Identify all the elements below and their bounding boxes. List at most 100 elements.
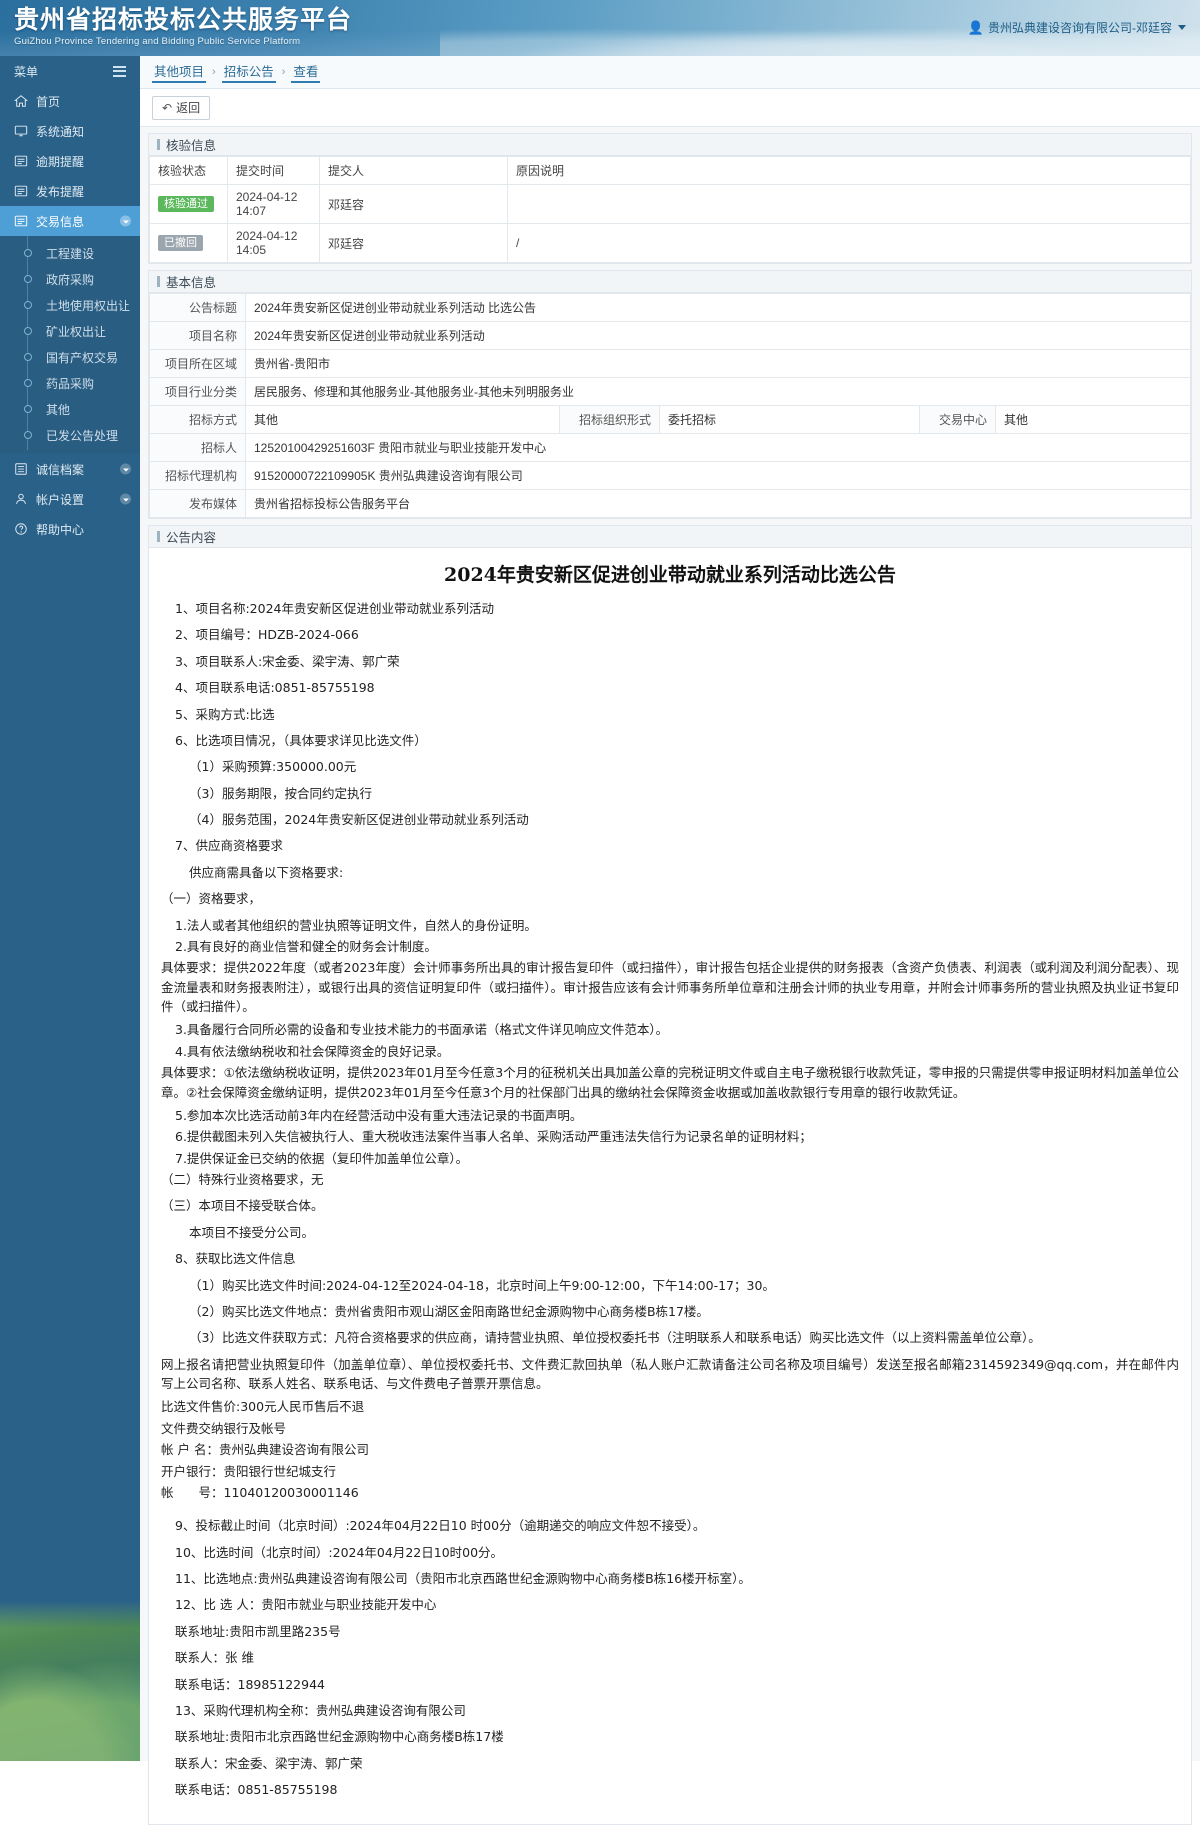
table-row: 项目行业分类 居民服务、修理和其他服务业-其他服务业-其他未列明服务业	[149, 377, 1191, 406]
cell-reason	[507, 184, 1191, 224]
cell-reason: /	[507, 223, 1191, 263]
breadcrumb-separator: ›	[281, 66, 286, 78]
announcement-line: （一）资格要求，	[161, 891, 262, 907]
user-icon: 👤	[967, 19, 984, 35]
sidebar-subitem-label: 已发公告处理	[46, 428, 119, 443]
sidebar-item-system-notice[interactable]: 系统通知	[0, 116, 140, 146]
breadcrumb-item-view[interactable]: 查看	[291, 61, 321, 83]
undo-icon: ↶	[162, 100, 173, 115]
field-label-publishing-media: 发布媒体	[149, 489, 246, 518]
field-label-tenderer: 招标人	[149, 433, 246, 462]
announcement-body: 2024年贵安新区促进创业带动就业系列活动比选公告 1、项目名称:2024年贵安…	[149, 548, 1191, 1824]
field-label-agency: 招标代理机构	[149, 461, 246, 490]
field-label-industry-category: 项目行业分类	[149, 377, 246, 406]
chevron-down-icon	[120, 215, 131, 227]
announcement-title: 2024年贵安新区促进创业带动就业系列活动比选公告	[444, 564, 896, 586]
column-header-reason: 原因说明	[507, 156, 1191, 185]
announcement-line: 1、项目名称:2024年贵安新区促进创业带动就业系列活动	[175, 601, 494, 616]
sidebar-subitem-engineering[interactable]: 工程建设	[0, 240, 140, 266]
verify-table: 核验状态 提交时间 提交人 原因说明 核验通过 2024-04-12 14:07…	[149, 156, 1191, 263]
sidebar-subitem-label: 政府采购	[46, 272, 95, 287]
cell-submitter: 邓廷容	[319, 223, 508, 263]
cell-submit-time: 2024-04-12 14:07	[227, 184, 320, 224]
sidebar-item-account-settings[interactable]: 帐户设置	[0, 484, 140, 514]
home-icon	[14, 94, 32, 108]
announcement-line: 联系人：张 维	[175, 1650, 254, 1666]
user-name: 贵州弘典建设咨询有限公司-邓廷容	[988, 21, 1172, 35]
sidebar-item-transaction-info[interactable]: 交易信息	[0, 206, 140, 236]
sidebar-item-label: 帮助中心	[36, 522, 85, 537]
sidebar-item-help-center[interactable]: 帮助中心	[0, 514, 140, 544]
announcement-line: 本项目不接受分公司。	[189, 1224, 315, 1240]
field-label-trading-center: 交易中心	[919, 405, 996, 434]
sidebar-item-label: 首页	[36, 94, 61, 109]
announcement-line: 文件费交纳银行及帐号	[161, 1420, 287, 1436]
announcement-line: 4.具有依法缴纳税收和社会保障资金的良好记录。	[175, 1043, 450, 1059]
announcement-line: 2.具有良好的商业信誉和健全的财务会计制度。	[175, 938, 437, 954]
field-value-notice-title: 2024年贵安新区促进创业带动就业系列活动 比选公告	[245, 293, 1191, 322]
back-button-label: 返回	[176, 101, 201, 115]
table-row: 招标方式 其他 招标组织形式 委托招标 交易中心 其他	[149, 405, 1191, 434]
announcement-line: （1）采购预算:350000.00元	[189, 759, 357, 775]
sidebar-item-label: 系统通知	[36, 124, 85, 139]
sidebar-header: 菜单	[0, 56, 140, 86]
cell-submit-time: 2024-04-12 14:05	[227, 223, 320, 263]
sidebar-subitem-mining-rights[interactable]: 矿业权出让	[0, 318, 140, 344]
status-badge: 核验通过	[158, 196, 214, 212]
sidebar-item-home[interactable]: 首页	[0, 86, 140, 116]
sidebar-item-label: 发布提醒	[36, 184, 85, 199]
verify-panel-title: 核验信息	[149, 134, 1191, 156]
sidebar-subitem-published-notices[interactable]: 已发公告处理	[0, 422, 140, 448]
sidebar-item-overdue-reminder[interactable]: 逾期提醒	[0, 146, 140, 176]
list-icon	[14, 184, 32, 198]
cell-submitter: 邓廷容	[319, 184, 508, 224]
chevron-down-icon	[120, 463, 131, 475]
announcement-line: 具体要求：提供2022年度（或者2023年度）会计师事务所出具的审计报告复印件（…	[161, 960, 1179, 1014]
field-value-trading-center: 其他	[995, 405, 1191, 434]
sidebar-subitem-state-property[interactable]: 国有产权交易	[0, 344, 140, 370]
sidebar-menu-label: 菜单	[14, 64, 39, 79]
announcement-line: 联系地址:贵阳市北京西路世纪金源购物中心商务楼B栋17楼	[175, 1729, 504, 1745]
announcement-line: （1）购买比选文件时间:2024-04-12至2024-04-18，北京时间上午…	[189, 1277, 775, 1293]
breadcrumb-item-other-project[interactable]: 其他项目	[152, 61, 207, 83]
back-button[interactable]: ↶ 返回	[152, 95, 211, 120]
announcement-line: 3、项目联系人:宋金委、梁宇涛、郭广荣	[175, 653, 400, 669]
announcement-line: 8、获取比选文件信息	[175, 1251, 296, 1267]
user-menu[interactable]: 👤 贵州弘典建设咨询有限公司-邓廷容	[968, 19, 1186, 36]
table-row: 项目名称 2024年贵安新区促进创业带动就业系列活动	[149, 321, 1191, 350]
sidebar-subitem-land-use-rights[interactable]: 土地使用权出让	[0, 292, 140, 318]
field-label-project-region: 项目所在区域	[149, 349, 246, 378]
brand-title-cn: 贵州省招标投标公共服务平台	[14, 5, 353, 34]
main-content: 其他项目 › 招标公告 › 查看 ↶ 返回 核验信息 核验状态 提交时间 提交人	[140, 56, 1200, 1825]
sidebar-subitem-drug-procurement[interactable]: 药品采购	[0, 370, 140, 396]
sidebar-subitem-label: 其他	[46, 402, 71, 417]
sidebar-item-publish-reminder[interactable]: 发布提醒	[0, 176, 140, 206]
table-row: 招标代理机构 91520000722109905K 贵州弘典建设咨询有限公司	[149, 461, 1191, 490]
announcement-line: 网上报名请把营业执照复印件（加盖单位章）、单位授权委托书、文件费汇款回执单（私人…	[161, 1356, 1179, 1391]
announcement-line: 5、采购方式:比选	[175, 706, 275, 722]
breadcrumb-item-tender-notice[interactable]: 招标公告	[221, 61, 276, 83]
announcement-line: 比选文件售价:300元人民币售后不退	[161, 1399, 365, 1415]
announcement-line: 12、比 选 人：贵阳市就业与职业技能开发中心	[175, 1597, 437, 1613]
field-value-tender-organization-form: 委托招标	[659, 405, 920, 434]
announcement-line: （3）服务期限，按合同约定执行	[189, 785, 372, 801]
sidebar-subitem-other[interactable]: 其他	[0, 396, 140, 422]
sidebar-subitem-label: 土地使用权出让	[46, 298, 131, 313]
column-header-status: 核验状态	[149, 156, 228, 185]
sidebar-subitem-label: 工程建设	[46, 246, 95, 261]
basic-info-panel-title: 基本信息	[149, 271, 1191, 293]
field-value-project-name: 2024年贵安新区促进创业带动就业系列活动	[245, 321, 1191, 350]
sidebar-subitem-label: 药品采购	[46, 376, 95, 391]
announcement-line: （2）购买比选文件地点：贵州省贵阳市观山湖区金阳南路世纪金源购物中心商务楼B栋1…	[189, 1303, 709, 1319]
breadcrumb-separator: ›	[212, 66, 216, 78]
announcement-line: 10、比选时间（北京时间）:2024年04月22日10时00分。	[175, 1544, 504, 1560]
sidebar-item-label: 逾期提醒	[36, 154, 85, 169]
sidebar-item-credit-archive[interactable]: 诚信档案	[0, 454, 140, 484]
monitor-icon	[14, 124, 32, 138]
sidebar-subitem-gov-procurement[interactable]: 政府采购	[0, 266, 140, 292]
user-settings-icon	[14, 492, 32, 506]
hamburger-icon[interactable]	[113, 65, 126, 77]
announcement-line: 3.具备履行合同所必需的设备和专业技术能力的书面承诺（格式文件详见响应文件范本）…	[175, 1022, 669, 1038]
sidebar-item-label: 诚信档案	[36, 462, 85, 477]
